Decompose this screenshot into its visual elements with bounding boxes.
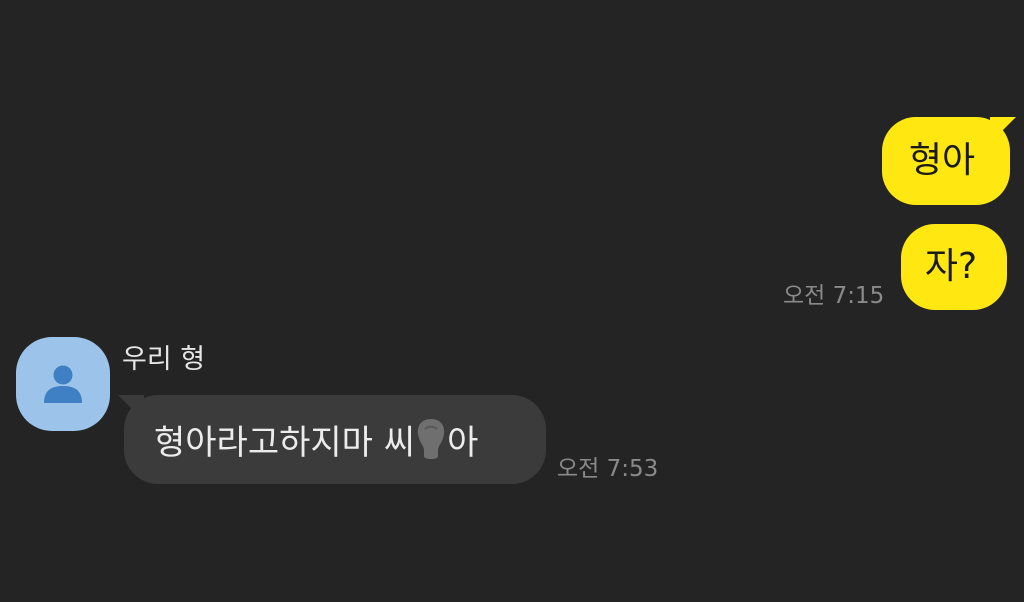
chat-screen: 형아 자? 오전 7:15 우리 형 형아라고하지마 씨 아 오전 7:53 bbox=[0, 0, 1024, 602]
bubble-tail bbox=[990, 117, 1016, 143]
message-text-before: 형아라고하지마 씨 bbox=[154, 423, 416, 463]
message-text: 형아 bbox=[908, 140, 976, 181]
outgoing-message-bubble[interactable]: 자? bbox=[901, 224, 1007, 310]
message-timestamp: 오전 7:15 bbox=[783, 283, 885, 309]
avatar[interactable] bbox=[16, 337, 110, 431]
message-text: 자? bbox=[924, 246, 978, 287]
message-timestamp: 오전 7:53 bbox=[557, 456, 659, 482]
message-text-after: 아 bbox=[447, 423, 479, 463]
censor-blob-icon bbox=[416, 417, 446, 459]
sender-name: 우리 형 bbox=[122, 344, 206, 375]
person-icon bbox=[44, 365, 82, 403]
bubble-tail bbox=[118, 395, 144, 421]
incoming-message-bubble[interactable]: 형아라고하지마 씨 아 bbox=[118, 395, 546, 484]
outgoing-message-bubble[interactable]: 형아 bbox=[882, 117, 1016, 205]
